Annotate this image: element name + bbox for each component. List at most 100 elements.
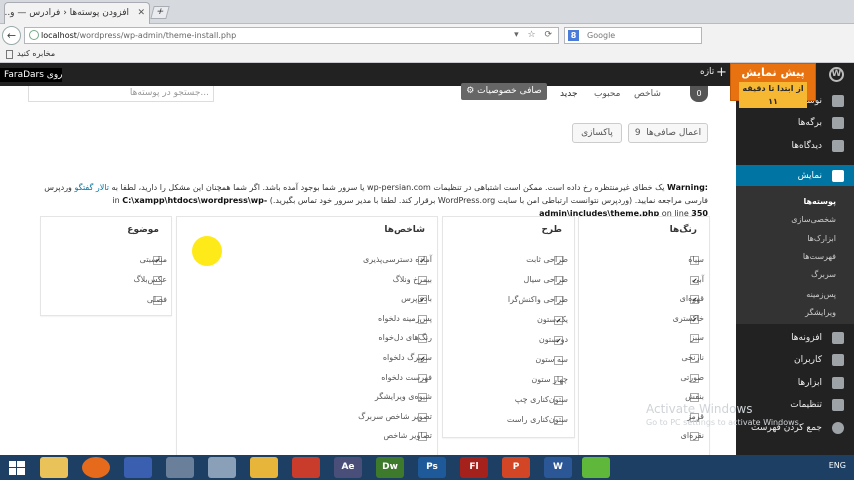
browser-tab-bar: افزودن پوسته‌ها ‹ فرادرس — و... ✕ + xyxy=(0,0,854,24)
layout-option-label: طراحی سیال xyxy=(523,275,568,284)
features-option-label: رنگ‌های دل‌خواه xyxy=(378,333,432,342)
apply-filters-button[interactable]: 9 اعمال صافی‌ها xyxy=(628,123,708,143)
new-content-label[interactable]: تازه xyxy=(700,67,714,77)
bookmarks-bar: مخابره کنید xyxy=(0,46,854,63)
address-toolbar: ← localhost/wordpress/wp-admin/theme-ins… xyxy=(0,24,854,46)
admin-sidebar: نوشته‌ها برگه‌ها دیدگاه‌ها نمایش پوسته‌ه… xyxy=(730,86,854,460)
pages-icon xyxy=(832,117,844,129)
submenu-editor[interactable]: ویرایشگر xyxy=(736,305,854,321)
collapse-icon xyxy=(832,422,844,434)
subject-option-label: عکس‌بلاگ xyxy=(133,275,167,284)
tools-app-icon[interactable] xyxy=(166,457,194,478)
features-option-label: تصویر شاخص سربرگ xyxy=(358,412,432,421)
sidebar-item-appearance[interactable]: نمایش xyxy=(730,165,854,187)
language-indicator[interactable]: ENG xyxy=(829,461,846,470)
back-button[interactable]: ← xyxy=(2,26,21,45)
cursor-highlight xyxy=(192,236,222,266)
colors-option-label: خاکستری xyxy=(672,314,704,323)
tab-close-icon[interactable]: ✕ xyxy=(137,7,145,19)
word-icon[interactable]: W xyxy=(544,457,572,478)
layout-option-label: یک ستون xyxy=(536,315,568,324)
media-icon[interactable] xyxy=(124,457,152,478)
features-title: شاخص‌ها xyxy=(384,225,425,235)
tab-popular[interactable]: محبوب xyxy=(594,86,620,102)
features-option-label: شیوه‌ی ویرایشگر xyxy=(374,392,432,401)
search-placeholder: Google xyxy=(587,31,616,40)
colors-option-label: نقره‌ای xyxy=(680,431,704,440)
features-option-label: آماده دسترسی‌پذیری xyxy=(362,255,432,264)
layout-option-label: ستون‌کناری راست xyxy=(506,415,568,424)
submenu-widgets[interactable]: ابزارک‌ها xyxy=(736,231,854,247)
banner-subtitle: از ابتدا تا دقیقه ۱۱ xyxy=(739,82,807,108)
wallet-icon[interactable] xyxy=(582,457,610,478)
pin-icon xyxy=(832,95,844,107)
dreamweaver-icon[interactable]: Dw xyxy=(376,457,404,478)
layout-option-label: طراحی واکنش‌گرا xyxy=(507,295,568,304)
sidebar-item-settings[interactable]: تنظیمات xyxy=(736,394,854,416)
layout-title: طرح xyxy=(541,225,562,235)
submenu-themes[interactable]: پوسته‌ها xyxy=(736,194,854,210)
layout-option-label: ستون‌کناری چپ xyxy=(514,395,568,404)
colors-option-label: سیاه xyxy=(688,255,704,264)
support-forum-link[interactable]: تالار گفتگو xyxy=(74,183,108,192)
sidebar-item-users[interactable]: کاربران xyxy=(736,349,854,371)
colors-option-label: صورتی xyxy=(680,373,704,382)
bookmark-item[interactable]: مخابره کنید xyxy=(17,46,55,62)
after-effects-icon[interactable]: Ae xyxy=(334,457,362,478)
url-path: /wordpress/wp-admin/theme-install.php xyxy=(76,31,237,40)
subject-title: موضوع xyxy=(127,225,159,235)
theme-search-input[interactable]: جستجو در پوسته‌ها... xyxy=(28,86,214,102)
submenu-background[interactable]: پس‌زمینه xyxy=(736,287,854,303)
flash-icon[interactable]: Fl xyxy=(460,457,488,478)
sidebar-item-plugins[interactable]: افزونه‌ها xyxy=(736,327,854,349)
activate-windows-title: Activate Windows xyxy=(646,402,753,416)
submenu-menus[interactable]: فهرست‌ها xyxy=(736,249,854,265)
sidebar-item-tools[interactable]: ابزارها xyxy=(736,372,854,394)
wordpress-logo-icon[interactable]: W xyxy=(829,67,844,82)
colors-option-label: قهوه‌ای xyxy=(679,294,704,303)
tab-latest[interactable]: جدید xyxy=(560,86,578,102)
camtasia-icon[interactable] xyxy=(250,457,278,478)
comments-icon xyxy=(832,140,844,152)
feature-filter-button[interactable]: ⚙ صافی خصوصیات xyxy=(461,83,547,100)
search-bar[interactable]: 8 Google xyxy=(564,27,702,44)
colors-option-label: سبز xyxy=(690,333,704,342)
reload-icon[interactable]: ▾ ☆ ⟳ xyxy=(514,28,555,43)
url-host: localhost xyxy=(41,31,77,40)
powerpoint-icon[interactable]: P xyxy=(502,457,530,478)
features-option-label: تصاویر شاخص xyxy=(383,431,432,440)
tab-title: افزودن پوسته‌ها ‹ فرادرس — و... xyxy=(4,8,129,18)
browser-tab[interactable]: افزودن پوسته‌ها ‹ فرادرس — و... ✕ xyxy=(4,2,150,24)
photoshop-icon[interactable]: Ps xyxy=(418,457,446,478)
explorer-icon[interactable] xyxy=(40,457,68,478)
activate-windows-subtitle: Go to PC settings to activate Windows. xyxy=(646,418,802,427)
google-icon: 8 xyxy=(568,30,579,41)
appearance-submenu: پوسته‌ها شخصی‌سازی ابزارک‌ها فهرست‌ها سر… xyxy=(736,186,854,324)
clear-filters-button[interactable]: پاکسازی xyxy=(572,123,622,143)
plus-icon[interactable]: + xyxy=(716,65,727,80)
presenter-icon[interactable] xyxy=(292,457,320,478)
files-icon[interactable] xyxy=(208,457,236,478)
submenu-header[interactable]: سربرگ xyxy=(736,267,854,283)
tab-featured[interactable]: شاخص xyxy=(634,86,661,102)
warning-message: Warning: یک خطای غیرمنتظره رخ داده است. … xyxy=(30,181,708,220)
preview-banner: پیش نمایش از ابتدا تا دقیقه ۱۱ xyxy=(730,63,816,108)
warning-text: یک خطای غیرمنتظره رخ داده است. ممکن است … xyxy=(111,183,665,192)
firefox-icon[interactable] xyxy=(82,457,110,478)
features-option-label: بیمرخ ونلاگ xyxy=(392,275,432,284)
new-tab-button[interactable]: + xyxy=(150,6,170,19)
bookmark-icon xyxy=(6,50,13,59)
start-button[interactable] xyxy=(4,457,30,478)
sidebar-item-comments[interactable]: دیدگاه‌ها xyxy=(736,135,854,157)
users-icon xyxy=(832,354,844,366)
main-content: جستجو در پوسته‌ها... 0 شاخص محبوب جدید ⚙… xyxy=(0,83,736,460)
sidebar-item-pages[interactable]: برگه‌ها xyxy=(736,112,854,134)
appearance-icon xyxy=(832,170,844,182)
colors-option-label: نارنجی xyxy=(681,353,704,362)
submenu-customize[interactable]: شخصی‌سازی xyxy=(736,212,854,228)
url-bar[interactable]: localhost/wordpress/wp-admin/theme-insta… xyxy=(24,27,559,44)
layout-option-label: چهار ستون xyxy=(531,375,568,384)
features-option-label: پس‌زمینه دلخواه xyxy=(378,314,432,323)
plugins-icon xyxy=(832,332,844,344)
site-name[interactable]: FaraDars دروی، xyxy=(0,68,62,82)
